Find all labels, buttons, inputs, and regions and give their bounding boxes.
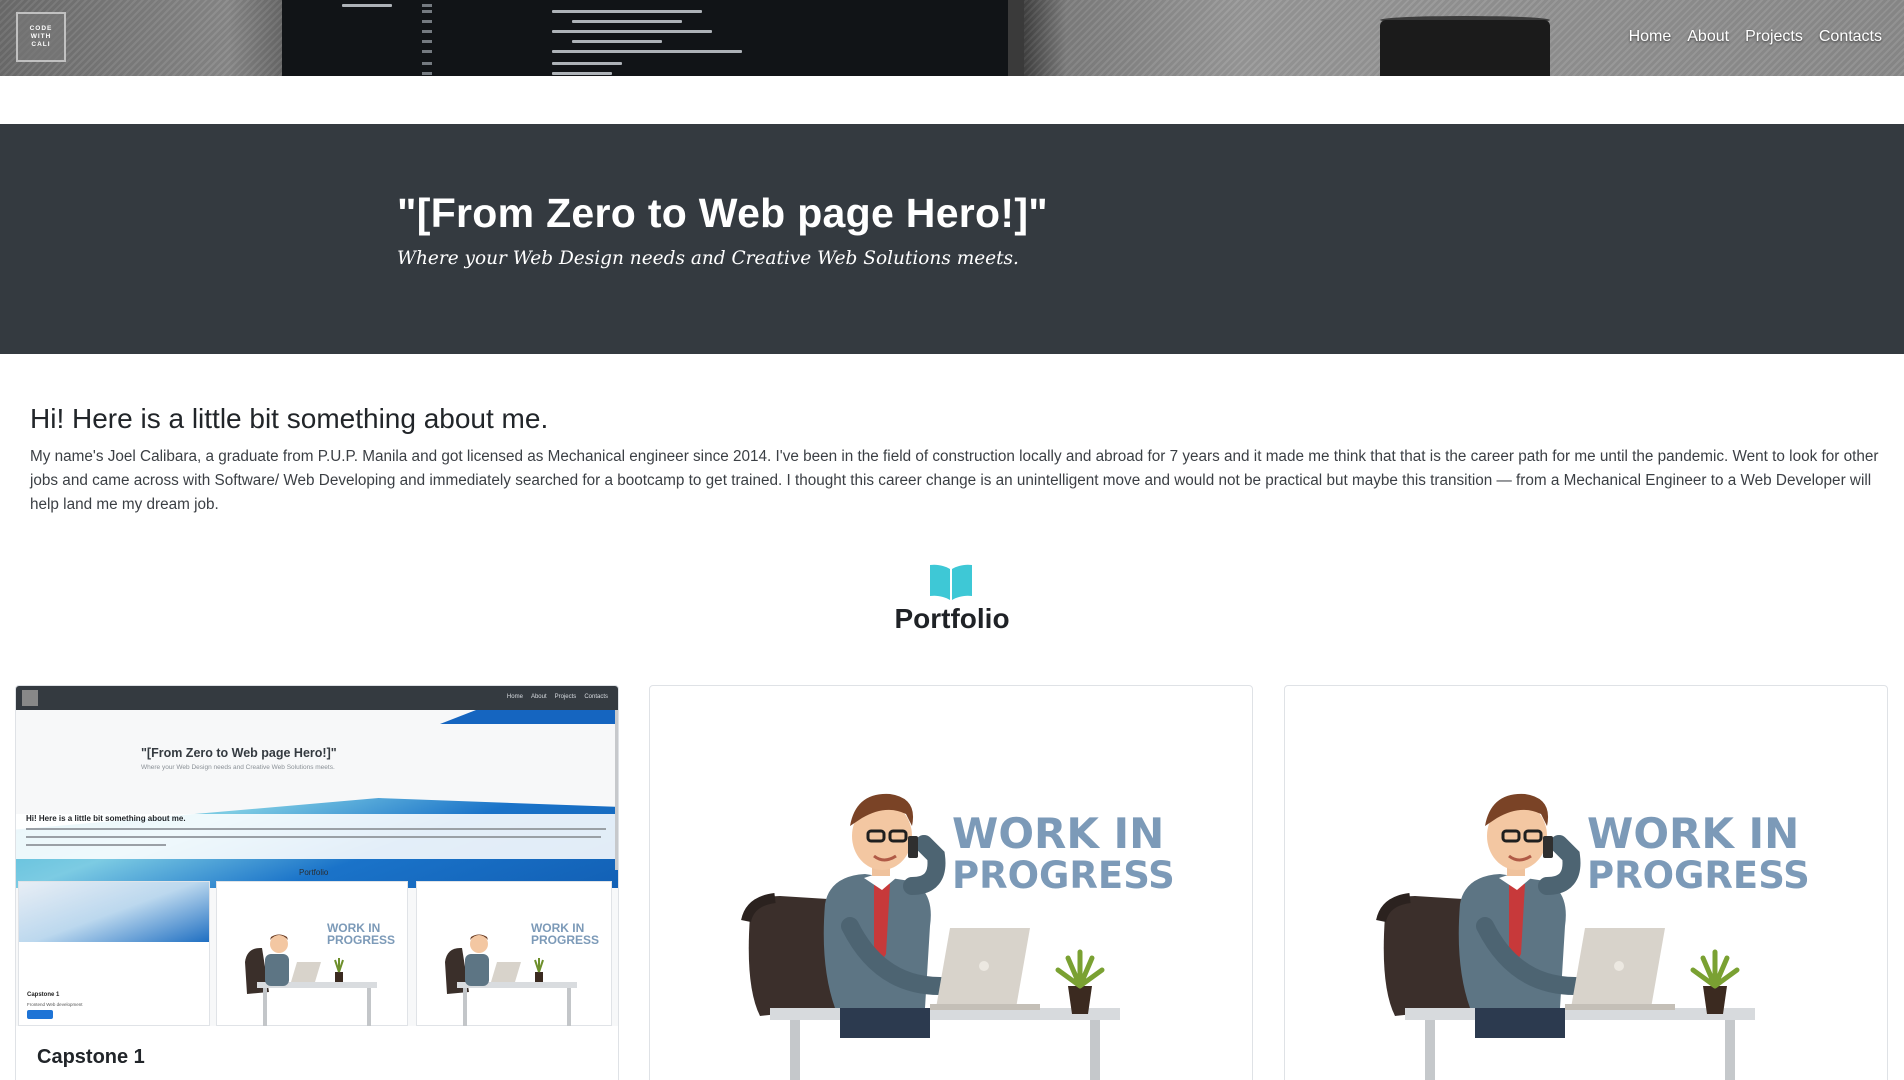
preview-card-button [27, 1010, 53, 1019]
nav-link-home[interactable]: Home [1629, 28, 1672, 46]
preview-card-wip: WORK IN PROGRESS [216, 881, 408, 1026]
code-line [342, 4, 392, 7]
capstone-1-preview-image: Home About Projects Contacts "[From Zero… [16, 686, 618, 1026]
preview-wip-text: WORK IN PROGRESS [531, 922, 599, 946]
preview-navbar: Home About Projects Contacts [16, 686, 618, 710]
code-line [552, 30, 712, 33]
project-card-work-in-progress[interactable]: WORK IN PROGRESS [1284, 685, 1888, 1080]
code-line [572, 20, 682, 23]
navbar: CODE WITH CALI Home About Projects Conta… [0, 0, 1904, 76]
brand-logo-line-1: CODE [29, 25, 53, 32]
preview-nav-about: About [530, 694, 547, 700]
code-line-number [422, 72, 432, 75]
preview-subtitle: Where your Web Design needs and Creative… [141, 764, 335, 771]
preview-logo [22, 690, 38, 706]
code-line [552, 62, 622, 65]
wip-line-1: WORK IN [1587, 809, 1800, 858]
preview-card-desc: Frontend Web development [27, 1002, 83, 1007]
preview-title: "[From Zero to Web page Hero!]" [141, 746, 337, 760]
code-line [552, 72, 612, 75]
brand-logo-line-3: CALI [31, 41, 51, 48]
preview-wip-text: WORK IN PROGRESS [327, 922, 395, 946]
preview-wip-line-2: PROGRESS [326, 933, 395, 947]
about-paragraph: My name's Joel Calibara, a graduate from… [30, 448, 1879, 513]
preview-wip-illustration [445, 934, 577, 1026]
hero-subtitle: Where your Web Design needs and Creative… [397, 248, 1019, 269]
hero-jumbotron: "[From Zero to Web page Hero!]" Where yo… [0, 124, 1904, 354]
preview-wip-line-2: PROGRESS [530, 933, 599, 947]
wip-text: WORK IN PROGRESS [1587, 813, 1810, 897]
nav-links: Home About Projects Contacts [1629, 28, 1882, 46]
preview-nav-projects: Projects [554, 694, 577, 700]
preview-text-line [26, 844, 166, 846]
wip-text: WORK IN PROGRESS [952, 813, 1175, 897]
code-line-number [422, 50, 432, 53]
hero-title: "[From Zero to Web page Hero!]" [397, 190, 1049, 236]
preview-about-heading: Hi! Here is a little bit something about… [26, 814, 186, 823]
code-line [572, 40, 662, 43]
preview-mini-screenshot [19, 882, 209, 942]
book-open-icon [930, 564, 972, 600]
preview-wip-illustration [245, 934, 377, 1026]
preview-card-capstone: Capstone 1 Frontend Web development [18, 881, 210, 1026]
card-title: Capstone 1 [37, 1046, 145, 1068]
preview-portfolio-label: Portfolio [299, 868, 329, 877]
about-heading: Hi! Here is a little bit something about… [30, 403, 549, 434]
preview-nav-home: Home [506, 694, 523, 700]
preview-card-wip: WORK IN PROGRESS [416, 881, 612, 1026]
laptop-bezel [1008, 0, 1024, 76]
brand-logo-line-2: WITH [30, 33, 52, 40]
code-line [552, 50, 742, 53]
code-line-number [422, 20, 432, 23]
code-line-number [422, 4, 432, 7]
wip-line-2: PROGRESS [1587, 854, 1810, 897]
project-card-capstone-1[interactable]: Home About Projects Contacts "[From Zero… [15, 685, 619, 1080]
portfolio-title: Portfolio [894, 603, 1010, 634]
nav-link-about[interactable]: About [1687, 28, 1729, 46]
laptop-screen-image [282, 0, 1008, 76]
brand-logo[interactable]: CODE WITH CALI [16, 12, 66, 62]
nav-link-contacts[interactable]: Contacts [1819, 28, 1882, 46]
nav-link-projects[interactable]: Projects [1745, 28, 1803, 46]
preview-text-line [26, 828, 606, 830]
coffee-mug-image [1380, 20, 1550, 76]
project-card-work-in-progress[interactable]: WORK IN PROGRESS [649, 685, 1253, 1080]
code-line-number [422, 62, 432, 65]
wip-line-2: PROGRESS [952, 854, 1175, 897]
preview-text-line [26, 836, 601, 838]
preview-nav-links: Home About Projects Contacts [507, 694, 608, 700]
code-line-number [422, 40, 432, 43]
preview-card-label: Capstone 1 [27, 992, 60, 998]
code-line-number [422, 30, 432, 33]
code-line-number [422, 10, 432, 13]
code-lines [282, 0, 1008, 76]
preview-blue-shape [440, 710, 618, 724]
code-line [552, 10, 702, 13]
preview-scrollbar [615, 710, 618, 870]
preview-nav-contacts: Contacts [584, 694, 608, 700]
wip-line-1: WORK IN [952, 809, 1165, 858]
